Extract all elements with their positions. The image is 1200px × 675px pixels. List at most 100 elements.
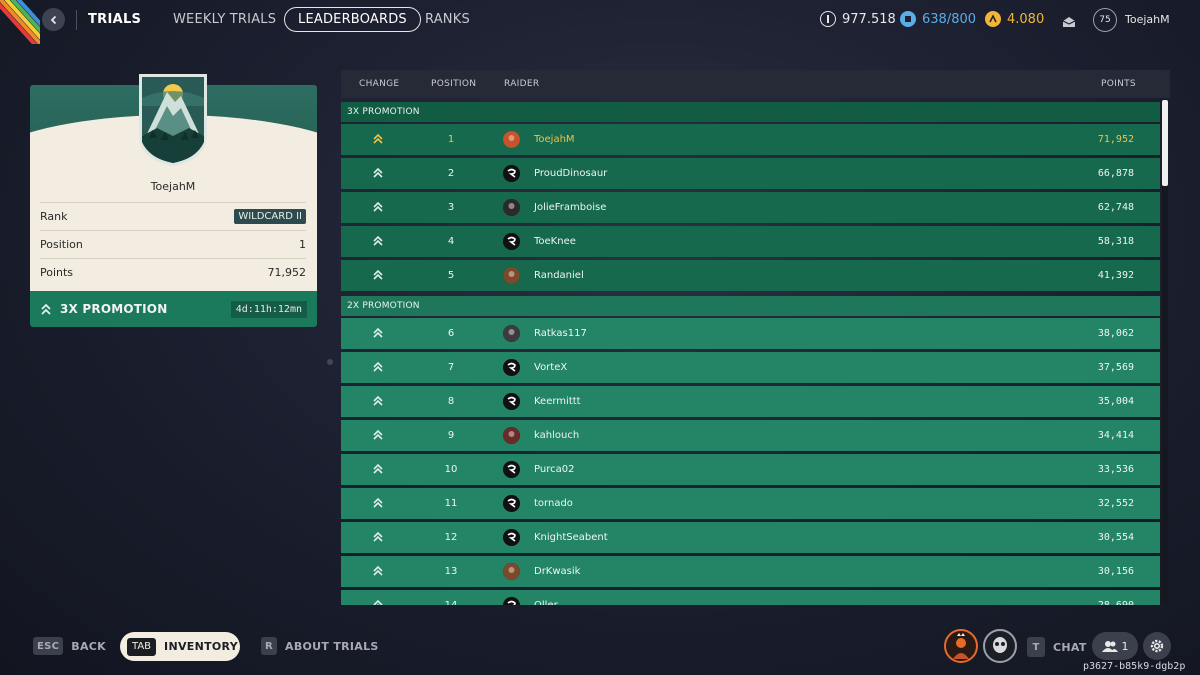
promotion-bar: 3X PROMOTION 4d:11h:12mn — [30, 291, 317, 327]
raider-avatar — [503, 529, 520, 546]
row-points: 66,878 — [1097, 168, 1134, 179]
leaderboard-row[interactable]: 9 kahlouch 34,414 — [341, 420, 1160, 451]
leaderboard-row[interactable]: 3 JolieFramboise 62,748 — [341, 192, 1160, 223]
rank-emblem-icon — [139, 74, 207, 166]
stat-row-points: Points 71,952 — [40, 258, 306, 286]
party-member-avatar[interactable] — [983, 629, 1017, 663]
raider-name[interactable]: VorteX — [534, 362, 567, 373]
raider-name[interactable]: tornado — [534, 498, 573, 509]
raider-name[interactable]: Keermittt — [534, 396, 581, 407]
leaderboard-list[interactable]: 3X PROMOTION 1 ToejahM 71,952 2 ProudDinosaur… — [341, 98, 1170, 605]
stat-label: Position — [40, 238, 83, 251]
raider-name[interactable]: Randaniel — [534, 270, 584, 281]
leaderboard-row[interactable]: 11 tornado 32,552 — [341, 488, 1160, 519]
row-points: 35,004 — [1097, 396, 1134, 407]
decor-dot — [327, 359, 333, 365]
key-esc: ESC — [33, 637, 64, 655]
leaderboard-row[interactable]: 7 VorteX 37,569 — [341, 352, 1160, 383]
leaderboard-row[interactable]: 6 Ratkas117 38,062 — [341, 318, 1160, 349]
row-position: 2 — [447, 168, 455, 179]
raider-avatar — [503, 563, 520, 580]
header-username[interactable]: ToejahM — [1125, 13, 1170, 26]
leaderboard-row[interactable]: 13 DrKwasik 30,156 — [341, 556, 1160, 587]
raider-name[interactable]: ToejahM — [534, 134, 575, 145]
stat-label: Rank — [40, 210, 68, 223]
currency-coins: 977.518 — [820, 11, 896, 27]
tab-weekly-trials[interactable]: WEEKLY TRIALS — [173, 12, 276, 27]
column-header-change[interactable]: CHANGE — [359, 79, 399, 89]
rank-badge: WILDCARD II — [234, 209, 306, 224]
leaderboard-row[interactable]: 14 Oller 28,690 — [341, 590, 1160, 605]
raider-token-icon — [900, 11, 916, 27]
mail-icon[interactable] — [1062, 13, 1076, 32]
raider-avatar — [503, 427, 520, 444]
about-trials-action[interactable]: R ABOUT TRIALS — [261, 637, 379, 655]
about-trials-label: ABOUT TRIALS — [285, 639, 379, 653]
player-portrait-avatar[interactable] — [944, 629, 978, 663]
stat-row-position: Position 1 — [40, 230, 306, 258]
key-tab: TAB — [127, 637, 157, 656]
page-title: TRIALS — [88, 12, 142, 27]
currency-cred: 4.080 — [985, 11, 1044, 27]
inventory-label: INVENTORY — [164, 640, 238, 653]
row-position: 6 — [447, 328, 455, 339]
raider-name[interactable]: ToeKnee — [534, 236, 576, 247]
leaderboard-row[interactable]: 4 ToeKnee 58,318 — [341, 226, 1160, 257]
chat-label: CHAT — [1053, 640, 1087, 654]
cred-icon — [985, 11, 1001, 27]
row-points: 38,062 — [1097, 328, 1134, 339]
raider-tokens-value: 638/800 — [922, 11, 977, 27]
scrollbar-thumb[interactable] — [1162, 100, 1168, 186]
raider-name[interactable]: Purca02 — [534, 464, 574, 475]
column-header-points[interactable]: POINTS — [1101, 79, 1136, 89]
raider-name[interactable]: JolieFramboise — [534, 202, 606, 213]
leaderboard-row[interactable]: 12 KnightSeabent 30,554 — [341, 522, 1160, 553]
raider-name[interactable]: KnightSeabent — [534, 532, 608, 543]
raider-avatar — [503, 131, 520, 148]
leaderboard-header: CHANGE POSITION RAIDER POINTS — [341, 70, 1170, 98]
raider-name[interactable]: Oller — [534, 600, 558, 605]
section-header: 2X PROMOTION — [341, 296, 1160, 316]
row-position: 7 — [447, 362, 455, 373]
cred-value: 4.080 — [1007, 11, 1045, 27]
raider-avatar — [503, 233, 520, 250]
coins-icon — [820, 11, 836, 27]
column-header-raider[interactable]: RAIDER — [504, 79, 539, 89]
inventory-button[interactable]: TAB INVENTORY — [120, 632, 240, 661]
raider-avatar — [503, 495, 520, 512]
promotion-label: 3X PROMOTION — [60, 302, 168, 316]
chat-action[interactable]: T CHAT — [1027, 637, 1087, 657]
coins-value: 977.518 — [842, 11, 896, 27]
column-header-position[interactable]: POSITION — [431, 79, 476, 89]
tab-ranks[interactable]: RANKS — [425, 12, 470, 27]
party-button[interactable]: 1 — [1092, 632, 1138, 660]
row-position: 12 — [444, 532, 458, 543]
rank-up-icon — [373, 565, 383, 576]
row-points: 32,552 — [1097, 498, 1134, 509]
leaderboard-row[interactable]: 2 ProudDinosaur 66,878 — [341, 158, 1160, 189]
raider-name[interactable]: DrKwasik — [534, 566, 580, 577]
rank-up-icon — [373, 395, 383, 406]
tab-leaderboards[interactable]: LEADERBOARDS — [284, 7, 421, 32]
party-count: 1 — [1121, 639, 1129, 653]
settings-button[interactable] — [1143, 632, 1171, 660]
chevron-left-icon — [50, 15, 56, 24]
player-level-badge: 75 — [1093, 8, 1117, 32]
rank-up-icon — [373, 361, 383, 372]
raider-avatar — [503, 267, 520, 284]
rank-up-icon — [373, 201, 383, 212]
leaderboard-row[interactable]: 10 Purca02 33,536 — [341, 454, 1160, 485]
row-position: 14 — [436, 600, 466, 605]
leaderboard-row[interactable]: 8 Keermittt 35,004 — [341, 386, 1160, 417]
row-position: 11 — [444, 498, 458, 509]
raider-name[interactable]: kahlouch — [534, 430, 579, 441]
row-points: 58,318 — [1097, 236, 1134, 247]
raider-name[interactable]: ProudDinosaur — [534, 168, 607, 179]
leaderboard-row[interactable]: 5 Randaniel 41,392 — [341, 260, 1160, 291]
raider-avatar — [503, 199, 520, 216]
back-action[interactable]: ESC BACK — [33, 637, 106, 655]
raider-avatar — [503, 325, 520, 342]
raider-name[interactable]: Ratkas117 — [534, 328, 587, 339]
leaderboard-row[interactable]: 1 ToejahM 71,952 — [341, 124, 1160, 155]
back-arrow-button[interactable] — [42, 8, 65, 31]
